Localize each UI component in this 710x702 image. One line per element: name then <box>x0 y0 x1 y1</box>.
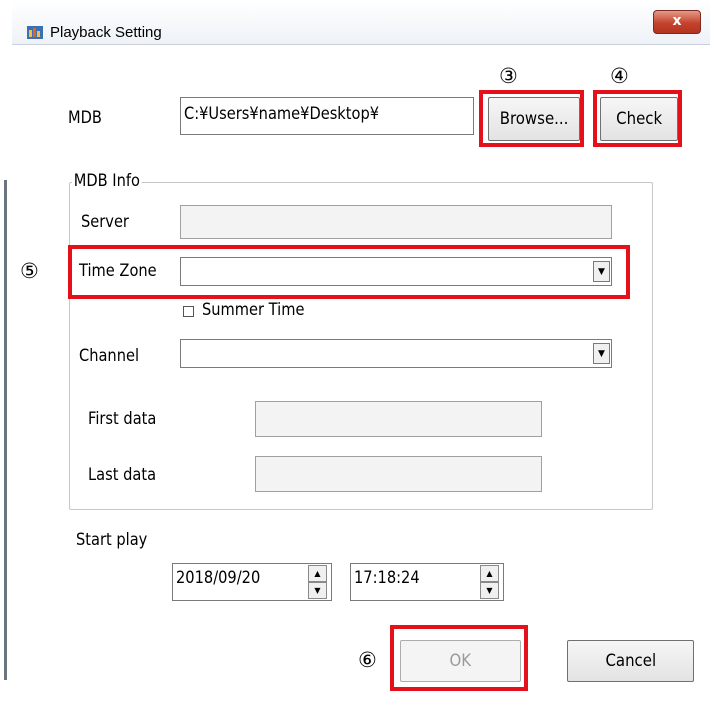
spin-down-icon[interactable]: ▼ <box>308 582 327 599</box>
mdb-path-value: C:¥Users¥name¥Desktop¥ <box>184 104 380 124</box>
summer-time-label: Summer Time <box>202 300 305 320</box>
last-data-label: Last data <box>88 465 157 485</box>
highlight-browse <box>479 90 584 147</box>
channel-select[interactable]: ▼ <box>180 339 612 368</box>
highlight-check <box>593 90 682 147</box>
annotation-6: ⑥ <box>358 648 377 672</box>
server-label: Server <box>81 212 129 232</box>
close-icon: x <box>672 13 682 29</box>
start-time-picker[interactable]: 17:18:24 ▲ ▼ <box>350 563 504 601</box>
annotation-4: ④ <box>610 64 629 88</box>
app-icon <box>27 26 43 39</box>
date-spinner[interactable]: ▲ ▼ <box>308 565 327 599</box>
highlight-ok <box>390 625 528 691</box>
spin-up-icon[interactable]: ▲ <box>480 565 499 582</box>
spin-up-icon[interactable]: ▲ <box>308 565 327 582</box>
channel-label: Channel <box>79 346 140 366</box>
first-data-label: First data <box>88 409 157 429</box>
chevron-down-icon[interactable]: ▼ <box>593 343 610 364</box>
start-time-value: 17:18:24 <box>354 568 420 588</box>
left-window-edge <box>0 0 12 702</box>
mdb-label: MDB <box>68 108 102 128</box>
start-date-value: 2018/09/20 <box>176 568 261 588</box>
annotation-3: ③ <box>499 64 518 88</box>
mdb-info-legend: MDB Info <box>72 171 142 191</box>
spin-down-icon[interactable]: ▼ <box>480 582 499 599</box>
annotation-5: ⑤ <box>20 259 39 283</box>
mdb-path-input[interactable]: C:¥Users¥name¥Desktop¥ <box>180 97 474 135</box>
highlight-timezone <box>68 245 630 299</box>
summer-time-checkbox[interactable] <box>183 306 194 317</box>
title-bar: Playback Setting <box>12 0 710 45</box>
last-data-field <box>255 456 542 492</box>
cancel-button-label: Cancel <box>605 651 656 671</box>
time-spinner[interactable]: ▲ ▼ <box>480 565 499 599</box>
start-date-picker[interactable]: 2018/09/20 ▲ ▼ <box>172 563 332 601</box>
server-field <box>180 205 612 239</box>
first-data-field <box>255 401 542 437</box>
cancel-button[interactable]: Cancel <box>567 640 694 682</box>
window-title: Playback Setting <box>50 24 162 41</box>
close-button[interactable]: x <box>653 10 701 34</box>
start-play-label: Start play <box>76 530 148 550</box>
